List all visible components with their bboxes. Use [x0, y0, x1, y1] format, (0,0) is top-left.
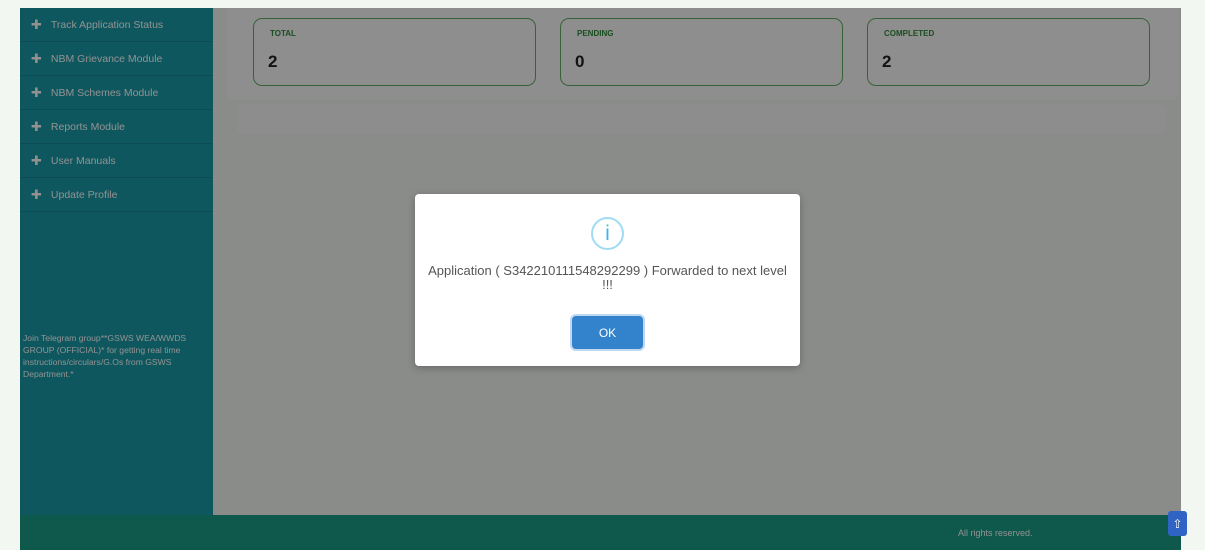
ok-button[interactable]: OK [572, 316, 643, 349]
scroll-to-top-button[interactable]: ⇧ [1168, 511, 1187, 536]
info-icon: i [591, 217, 624, 250]
alert-message: Application ( S342210111548292299 ) Forw… [428, 263, 787, 292]
arrow-up-icon: ⇧ [1172, 516, 1183, 531]
alert-dialog: i Application ( S342210111548292299 ) Fo… [415, 194, 800, 366]
